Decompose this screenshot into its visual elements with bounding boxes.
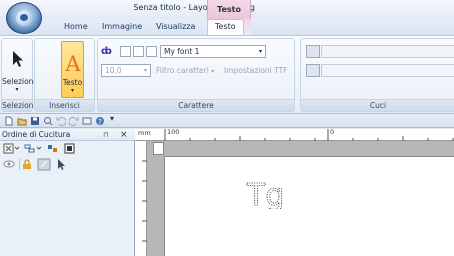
seleziona-label: Seleziona (2, 77, 39, 86)
testo-label: Testo (62, 78, 83, 87)
group-label-carattere: Carattere (98, 99, 294, 111)
group-label-cuci: Cuci (301, 99, 454, 111)
app-logo-icon (16, 10, 33, 26)
redo-icon[interactable] (69, 116, 79, 126)
font-name-value: My font 1 (164, 47, 200, 56)
help-icon[interactable]: ? (95, 116, 105, 126)
tab-immagine[interactable]: Immagine (102, 22, 142, 31)
stitch-type-icon[interactable] (306, 45, 320, 58)
svg-text:A: A (64, 52, 81, 74)
chevron-down-icon: ▾ (143, 67, 147, 74)
app-window: Senza titolo - Layout & Editing Testo Ho… (0, 0, 454, 256)
grid-view-icon[interactable] (3, 143, 19, 154)
select-arrow-icon[interactable] (56, 158, 66, 171)
group-label-seleziona: Seleziona (2, 99, 39, 111)
context-tab-header: Testo (207, 0, 251, 19)
group-cuci: Cuci (300, 38, 454, 112)
zoom-icon[interactable] (43, 116, 53, 126)
new-file-icon[interactable] (4, 116, 14, 126)
horizontal-ruler: mm 100 0 (135, 128, 454, 141)
group-carattere: ȸ My font 1 ▾ 10,0 ▾ Filtro caratteri ▾ … (97, 38, 295, 112)
open-folder-icon[interactable] (17, 116, 27, 126)
close-icon[interactable]: × (120, 129, 128, 141)
font-color-swatch-2[interactable] (133, 46, 144, 57)
eye-icon[interactable] (3, 159, 15, 169)
application-menu-button[interactable] (6, 2, 42, 34)
font-type-icon[interactable]: ȸ (101, 45, 117, 58)
filtro-caratteri-label: Filtro caratteri (156, 66, 209, 75)
chevron-down-icon: ▾ (211, 68, 215, 75)
ruler-corner-box (153, 142, 164, 155)
hide-objects-icon[interactable] (37, 158, 51, 171)
filtro-caratteri-button[interactable]: Filtro caratteri ▾ (156, 64, 214, 77)
canvas-text: Tg (246, 178, 284, 209)
chevron-down-icon: ▾ (15, 86, 19, 93)
frame-view-icon[interactable] (64, 143, 76, 154)
sewing-order-pane: Ordine di Cucitura ⊓ × (0, 129, 135, 256)
fill-type-select[interactable] (321, 64, 454, 77)
tab-visualizza[interactable]: Visualizza (156, 22, 195, 31)
text-object[interactable]: Tg (245, 177, 285, 209)
seleziona-button[interactable]: Seleziona ▾ (2, 41, 39, 98)
design-page[interactable]: Tg (164, 156, 454, 256)
font-size-select[interactable]: 10,0 ▾ (101, 64, 151, 77)
sort-order-icon[interactable] (24, 143, 42, 154)
pane-title: Ordine di Cucitura ⊓ × (0, 129, 135, 141)
group-label-inserisci: Inserisci (35, 99, 94, 111)
font-color-swatch-1[interactable] (120, 46, 131, 57)
vertical-ruler-ticks (142, 160, 147, 242)
ribbon: Seleziona ▾ Seleziona A Testo ▾ Inserisc… (0, 35, 454, 114)
title-bar: Senza titolo - Layout & Editing Testo (0, 0, 454, 19)
font-color-swatch-3[interactable] (146, 46, 157, 57)
chevron-down-icon: ▾ (70, 87, 74, 94)
impostazioni-ttf-button[interactable]: Impostazioni TTF (224, 64, 288, 77)
font-name-select[interactable]: My font 1 ▾ (160, 45, 266, 58)
pin-icon[interactable]: ⊓ (103, 129, 108, 141)
ruler-ticks (164, 129, 454, 141)
customize-qat-icon[interactable]: ▾ (110, 114, 120, 124)
vertical-ruler (135, 141, 147, 256)
group-inserisci: A Testo ▾ Inserisci (34, 38, 95, 112)
tab-testo[interactable]: Testo (207, 19, 244, 36)
pane-title-text: Ordine di Cucitura (2, 130, 71, 139)
fill-type-icon[interactable] (306, 64, 320, 77)
save-icon[interactable] (30, 116, 40, 126)
tab-home[interactable]: Home (64, 22, 88, 31)
canvas-area[interactable]: mm 100 0 Tg (135, 128, 454, 256)
toolbar-separator (19, 158, 20, 170)
lock-icon[interactable] (21, 159, 33, 170)
text-a-icon: A (64, 52, 81, 74)
group-seleziona: Seleziona ▾ Seleziona (1, 38, 39, 112)
quick-access-toolbar: ? ▾ (0, 114, 454, 128)
testo-button[interactable]: A Testo ▾ (61, 41, 84, 98)
font-size-value: 10,0 (105, 66, 122, 75)
stitch-type-select[interactable] (321, 45, 454, 58)
color-order-icon[interactable] (47, 143, 59, 154)
undo-icon[interactable] (56, 116, 66, 126)
chevron-down-icon: ▾ (258, 48, 262, 55)
preview-icon[interactable] (82, 116, 92, 126)
svg-text:?: ? (98, 118, 102, 126)
arrow-cursor-icon (13, 51, 23, 67)
